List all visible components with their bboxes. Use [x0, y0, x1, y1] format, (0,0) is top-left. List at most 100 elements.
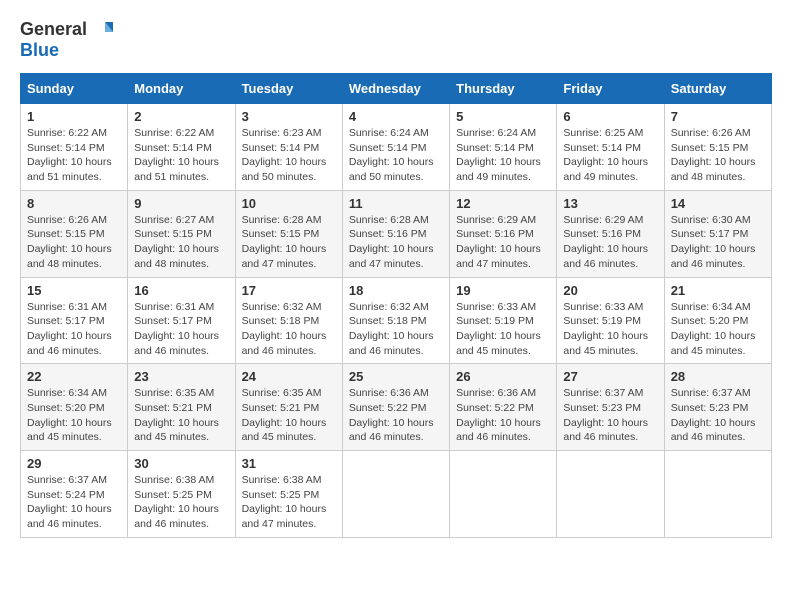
day-number: 5 — [456, 109, 550, 124]
calendar-cell: 21 Sunrise: 6:34 AMSunset: 5:20 PMDayligh… — [664, 277, 771, 364]
day-info: Sunrise: 6:25 AMSunset: 5:14 PMDaylight:… — [563, 126, 657, 185]
day-number: 31 — [242, 456, 336, 471]
calendar-cell: 31 Sunrise: 6:38 AMSunset: 5:25 PMDayligh… — [235, 451, 342, 538]
day-info: Sunrise: 6:35 AMSunset: 5:21 PMDaylight:… — [242, 386, 336, 445]
day-info: Sunrise: 6:33 AMSunset: 5:19 PMDaylight:… — [563, 300, 657, 359]
calendar-cell: 4 Sunrise: 6:24 AMSunset: 5:14 PMDaylight… — [342, 104, 449, 191]
day-info: Sunrise: 6:24 AMSunset: 5:14 PMDaylight:… — [456, 126, 550, 185]
day-number: 6 — [563, 109, 657, 124]
day-number: 4 — [349, 109, 443, 124]
calendar-week-3: 15Sunrise: 6:31 AMSunset: 5:17 PMDayligh… — [21, 277, 772, 364]
weekday-header-thursday: Thursday — [450, 74, 557, 104]
day-info: Sunrise: 6:22 AMSunset: 5:14 PMDaylight:… — [134, 126, 228, 185]
weekday-header-monday: Monday — [128, 74, 235, 104]
calendar-cell — [557, 451, 664, 538]
day-info: Sunrise: 6:30 AMSunset: 5:17 PMDaylight:… — [671, 213, 765, 272]
calendar-cell: 8 Sunrise: 6:26 AMSunset: 5:15 PMDaylight… — [21, 190, 128, 277]
day-info: Sunrise: 6:34 AMSunset: 5:20 PMDaylight:… — [671, 300, 765, 359]
day-info: Sunrise: 6:38 AMSunset: 5:25 PMDaylight:… — [134, 473, 228, 532]
calendar-cell: 16 Sunrise: 6:31 AMSunset: 5:17 PMDayligh… — [128, 277, 235, 364]
weekday-header-friday: Friday — [557, 74, 664, 104]
weekday-header-row: SundayMondayTuesdayWednesdayThursdayFrid… — [21, 74, 772, 104]
calendar-cell: 13 Sunrise: 6:29 AMSunset: 5:16 PMDayligh… — [557, 190, 664, 277]
day-info: Sunrise: 6:22 AMSunset: 5:14 PMDaylight:… — [27, 126, 121, 185]
day-number: 3 — [242, 109, 336, 124]
calendar-table: SundayMondayTuesdayWednesdayThursdayFrid… — [20, 73, 772, 538]
calendar-cell: 14 Sunrise: 6:30 AMSunset: 5:17 PMDayligh… — [664, 190, 771, 277]
day-number: 17 — [242, 283, 336, 298]
day-info: Sunrise: 6:38 AMSunset: 5:25 PMDaylight:… — [242, 473, 336, 532]
calendar-cell: 25 Sunrise: 6:36 AMSunset: 5:22 PMDayligh… — [342, 364, 449, 451]
day-info: Sunrise: 6:28 AMSunset: 5:16 PMDaylight:… — [349, 213, 443, 272]
weekday-header-sunday: Sunday — [21, 74, 128, 104]
day-number: 29 — [27, 456, 121, 471]
day-info: Sunrise: 6:26 AMSunset: 5:15 PMDaylight:… — [27, 213, 121, 272]
day-number: 19 — [456, 283, 550, 298]
calendar-cell — [664, 451, 771, 538]
day-number: 8 — [27, 196, 121, 211]
header: General Blue — [20, 18, 772, 61]
calendar-cell: 11Sunrise: 6:28 AMSunset: 5:16 PMDayligh… — [342, 190, 449, 277]
calendar-cell — [342, 451, 449, 538]
day-number: 28 — [671, 369, 765, 384]
day-number: 26 — [456, 369, 550, 384]
day-number: 12 — [456, 196, 550, 211]
day-info: Sunrise: 6:36 AMSunset: 5:22 PMDaylight:… — [456, 386, 550, 445]
day-info: Sunrise: 6:23 AMSunset: 5:14 PMDaylight:… — [242, 126, 336, 185]
day-info: Sunrise: 6:31 AMSunset: 5:17 PMDaylight:… — [134, 300, 228, 359]
calendar-cell — [450, 451, 557, 538]
calendar-cell: 30 Sunrise: 6:38 AMSunset: 5:25 PMDayligh… — [128, 451, 235, 538]
day-number: 24 — [242, 369, 336, 384]
day-info: Sunrise: 6:33 AMSunset: 5:19 PMDaylight:… — [456, 300, 550, 359]
day-number: 16 — [134, 283, 228, 298]
day-number: 18 — [349, 283, 443, 298]
calendar-cell: 22 Sunrise: 6:34 AMSunset: 5:20 PMDayligh… — [21, 364, 128, 451]
calendar-cell: 15Sunrise: 6:31 AMSunset: 5:17 PMDayligh… — [21, 277, 128, 364]
calendar-cell: 18 Sunrise: 6:32 AMSunset: 5:18 PMDayligh… — [342, 277, 449, 364]
day-info: Sunrise: 6:34 AMSunset: 5:20 PMDaylight:… — [27, 386, 121, 445]
day-info: Sunrise: 6:24 AMSunset: 5:14 PMDaylight:… — [349, 126, 443, 185]
calendar-cell: 26 Sunrise: 6:36 AMSunset: 5:22 PMDayligh… — [450, 364, 557, 451]
day-number: 7 — [671, 109, 765, 124]
calendar-cell: 19 Sunrise: 6:33 AMSunset: 5:19 PMDayligh… — [450, 277, 557, 364]
calendar-cell: 23 Sunrise: 6:35 AMSunset: 5:21 PMDayligh… — [128, 364, 235, 451]
calendar-cell: 9Sunrise: 6:27 AMSunset: 5:15 PMDaylight… — [128, 190, 235, 277]
day-info: Sunrise: 6:29 AMSunset: 5:16 PMDaylight:… — [456, 213, 550, 272]
calendar-cell: 24 Sunrise: 6:35 AMSunset: 5:21 PMDayligh… — [235, 364, 342, 451]
day-info: Sunrise: 6:36 AMSunset: 5:22 PMDaylight:… — [349, 386, 443, 445]
day-info: Sunrise: 6:37 AMSunset: 5:23 PMDaylight:… — [671, 386, 765, 445]
calendar-cell: 1 Sunrise: 6:22 AMSunset: 5:14 PMDaylight… — [21, 104, 128, 191]
calendar-week-2: 8 Sunrise: 6:26 AMSunset: 5:15 PMDaylight… — [21, 190, 772, 277]
page-container: General Blue SundayMondayTuesdayWednesda… — [0, 0, 792, 548]
day-info: Sunrise: 6:37 AMSunset: 5:23 PMDaylight:… — [563, 386, 657, 445]
calendar-cell: 7Sunrise: 6:26 AMSunset: 5:15 PMDaylight… — [664, 104, 771, 191]
day-number: 9 — [134, 196, 228, 211]
logo-blue-text: Blue — [20, 40, 59, 61]
day-info: Sunrise: 6:29 AMSunset: 5:16 PMDaylight:… — [563, 213, 657, 272]
day-number: 13 — [563, 196, 657, 211]
day-number: 23 — [134, 369, 228, 384]
logo: General Blue — [20, 18, 113, 61]
logo-general-text: General — [20, 19, 87, 40]
calendar-cell: 5 Sunrise: 6:24 AMSunset: 5:14 PMDaylight… — [450, 104, 557, 191]
day-info: Sunrise: 6:32 AMSunset: 5:18 PMDaylight:… — [349, 300, 443, 359]
calendar-cell: 20Sunrise: 6:33 AMSunset: 5:19 PMDayligh… — [557, 277, 664, 364]
day-number: 10 — [242, 196, 336, 211]
calendar-cell: 12 Sunrise: 6:29 AMSunset: 5:16 PMDayligh… — [450, 190, 557, 277]
day-info: Sunrise: 6:35 AMSunset: 5:21 PMDaylight:… — [134, 386, 228, 445]
day-number: 21 — [671, 283, 765, 298]
day-number: 14 — [671, 196, 765, 211]
day-number: 22 — [27, 369, 121, 384]
logo-icon — [91, 18, 113, 40]
calendar-cell: 6 Sunrise: 6:25 AMSunset: 5:14 PMDaylight… — [557, 104, 664, 191]
calendar-cell: 29Sunrise: 6:37 AMSunset: 5:24 PMDayligh… — [21, 451, 128, 538]
day-number: 25 — [349, 369, 443, 384]
weekday-header-saturday: Saturday — [664, 74, 771, 104]
calendar-week-4: 22 Sunrise: 6:34 AMSunset: 5:20 PMDayligh… — [21, 364, 772, 451]
day-info: Sunrise: 6:32 AMSunset: 5:18 PMDaylight:… — [242, 300, 336, 359]
calendar-week-5: 29Sunrise: 6:37 AMSunset: 5:24 PMDayligh… — [21, 451, 772, 538]
day-number: 1 — [27, 109, 121, 124]
day-number: 30 — [134, 456, 228, 471]
calendar-cell: 10Sunrise: 6:28 AMSunset: 5:15 PMDayligh… — [235, 190, 342, 277]
calendar-cell: 2Sunrise: 6:22 AMSunset: 5:14 PMDaylight… — [128, 104, 235, 191]
